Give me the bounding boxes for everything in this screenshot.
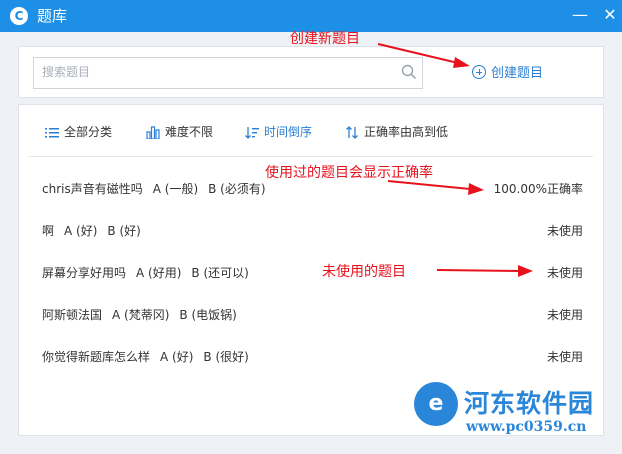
annotation-arrowhead-used — [468, 183, 484, 195]
annotation-arrowhead-unused — [518, 265, 533, 277]
annotation-arrow-used — [387, 180, 471, 190]
watermark-url: www.pc0359.cn — [466, 419, 587, 435]
watermark-title: 河东软件园 — [464, 389, 595, 418]
annotation-arrowhead-create — [453, 57, 470, 68]
annotation-arrow-unused — [436, 269, 521, 272]
watermark-logo-icon: e — [414, 382, 458, 426]
annotation-arrow-create — [377, 43, 459, 64]
watermark-logo-glyph: e — [428, 391, 444, 416]
